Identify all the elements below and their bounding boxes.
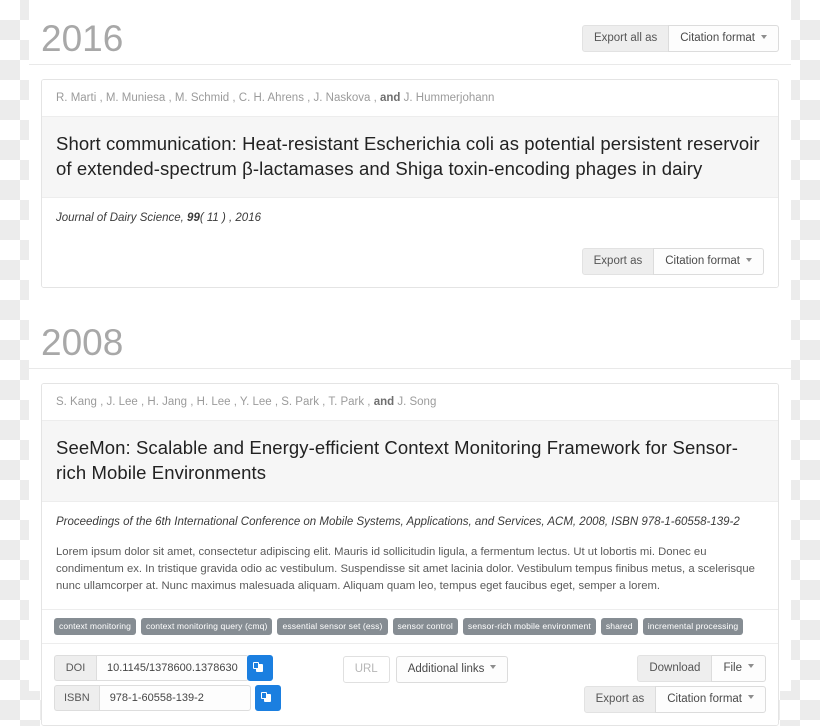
- keyword-tag[interactable]: sensor control: [392, 618, 458, 635]
- isbn-value[interactable]: 978-1-60558-139-2: [98, 684, 251, 711]
- chevron-down-icon: [748, 664, 754, 669]
- year-group-header-2008: 2008: [29, 304, 791, 369]
- file-label: File: [723, 661, 742, 674]
- authors-prefix: R. Marti , M. Muniesa , M. Schmid , C. H…: [56, 92, 381, 104]
- export-group: Export as Citation format: [583, 685, 766, 713]
- meta-journal: Journal of Dairy Science,: [56, 212, 188, 224]
- additional-links-label: Additional links: [407, 662, 485, 675]
- keyword-list: context monitoring context monitoring qu…: [42, 609, 778, 643]
- meta-rest: ( 11 ) , 2016: [199, 212, 261, 224]
- year-actions: Export all as Citation format: [581, 25, 779, 52]
- publication-card: R. Marti , M. Muniesa , M. Schmid , C. H…: [41, 79, 779, 288]
- citation-format-label: Citation format: [667, 692, 742, 705]
- doi-row: DOI 10.1145/1378600.1378630: [54, 654, 281, 681]
- publication-abstract: Lorem ipsum dolor sit amet, consectetur …: [56, 546, 755, 592]
- citation-format-label: Citation format: [665, 255, 740, 267]
- authors-line: R. Marti , M. Muniesa , M. Schmid , C. H…: [42, 80, 778, 116]
- year-group-header-2016: 2016 Export all as Citation format: [29, 0, 791, 65]
- title-panel: Short communication: Heat-resistant Esch…: [42, 116, 778, 198]
- keyword-tag[interactable]: context monitoring: [54, 618, 137, 635]
- export-group: Export as Citation format: [581, 248, 764, 275]
- links-group: URL Additional links: [342, 655, 509, 683]
- download-button[interactable]: Download: [637, 654, 713, 682]
- chevron-down-icon: [490, 665, 497, 670]
- publication-list: 2016 Export all as Citation format R. Ma…: [29, 0, 791, 726]
- export-as-button[interactable]: Export as: [581, 248, 655, 275]
- citation-format-dropdown[interactable]: Citation format: [653, 248, 764, 275]
- publication-card: S. Kang , J. Lee , H. Jang , H. Lee , Y.…: [41, 383, 779, 726]
- doi-value[interactable]: 10.1145/1378600.1378630: [96, 654, 249, 681]
- clipboard-icon: [253, 661, 264, 672]
- chevron-down-icon: [746, 257, 752, 262]
- file-dropdown[interactable]: File: [711, 654, 766, 682]
- keyword-tag[interactable]: essential sensor set (ess): [277, 618, 388, 635]
- keyword-tag[interactable]: incremental processing: [642, 618, 744, 635]
- identifier-fields: DOI 10.1145/1378600.1378630 ISBN 978-1-6…: [54, 654, 281, 711]
- keyword-tag[interactable]: context monitoring query (cmq): [141, 618, 273, 635]
- action-bar: DOI 10.1145/1378600.1378630 ISBN 978-1-6…: [42, 642, 778, 725]
- download-export-group: Download File Export as Citation format: [583, 654, 766, 713]
- copy-isbn-button[interactable]: [254, 684, 281, 711]
- publication-meta: Journal of Dairy Science, 99( 11 ) , 201…: [42, 198, 778, 238]
- citation-format-dropdown[interactable]: Citation format: [655, 685, 766, 713]
- authors-and: and: [373, 396, 395, 408]
- export-all-as-button[interactable]: Export all as: [581, 25, 670, 52]
- export-all-group: Export all as Citation format: [581, 25, 779, 52]
- authors-line: S. Kang , J. Lee , H. Jang , H. Lee , Y.…: [42, 384, 778, 420]
- year-label: 2008: [41, 322, 124, 363]
- isbn-row: ISBN 978-1-60558-139-2: [54, 684, 281, 711]
- authors-and: and: [380, 92, 401, 104]
- additional-links-dropdown[interactable]: Additional links: [395, 655, 509, 683]
- authors-suffix: J. Song: [394, 396, 437, 408]
- card-footer: Export as Citation format: [42, 238, 778, 287]
- citation-format-label: Citation format: [680, 32, 755, 44]
- keyword-tag[interactable]: shared: [600, 618, 638, 635]
- copy-doi-button[interactable]: [246, 654, 273, 681]
- authors-prefix: S. Kang , J. Lee , H. Jang , H. Lee , Y.…: [56, 396, 374, 408]
- url-button[interactable]: URL: [342, 655, 390, 683]
- meta-volume: 99: [187, 212, 200, 224]
- keyword-tag[interactable]: sensor-rich mobile environment: [462, 618, 596, 635]
- title-panel: SeeMon: Scalable and Energy-efficient Co…: [42, 420, 778, 502]
- publication-title[interactable]: Short communication: Heat-resistant Esch…: [56, 131, 764, 181]
- page-canvas: 2016 Export all as Citation format R. Ma…: [29, 0, 791, 726]
- isbn-label: ISBN: [54, 684, 99, 711]
- download-group: Download File: [637, 654, 766, 682]
- chevron-down-icon: [761, 34, 767, 39]
- publication-meta: Proceedings of the 6th International Con…: [56, 516, 740, 528]
- year-label: 2016: [41, 18, 124, 59]
- clipboard-icon: [261, 691, 272, 702]
- authors-suffix: J. Hummerjohann: [400, 92, 495, 104]
- export-as-button[interactable]: Export as: [583, 685, 657, 713]
- doi-label: DOI: [54, 654, 96, 681]
- publication-title[interactable]: SeeMon: Scalable and Energy-efficient Co…: [56, 435, 764, 485]
- chevron-down-icon: [748, 695, 754, 700]
- citation-format-dropdown[interactable]: Citation format: [668, 25, 779, 52]
